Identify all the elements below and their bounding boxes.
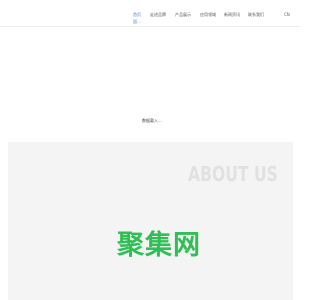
about-title: ABOUT US	[188, 162, 278, 186]
nav-item-news[interactable]: 新闻资讯	[224, 12, 240, 18]
nav-item-contact[interactable]: 联系我们	[248, 12, 264, 18]
nav-item-brand[interactable]: 走进品牌	[150, 12, 166, 18]
nav-item-applications[interactable]: 应用领域	[200, 12, 216, 18]
nav-active-indicator: 国...	[133, 19, 141, 24]
loading-text: 数据载入...	[142, 118, 162, 123]
watermark-logo: 聚集网	[117, 230, 201, 261]
nav-item-home[interactable]: 首页	[133, 12, 141, 18]
about-section: ABOUT US	[8, 142, 293, 300]
top-navigation: 首页 走进品牌 产品展示 应用领域 新闻资讯 联系我们 国... CN	[0, 0, 300, 27]
language-switch[interactable]: CN	[284, 12, 290, 17]
nav-item-products[interactable]: 产品展示	[175, 12, 191, 18]
